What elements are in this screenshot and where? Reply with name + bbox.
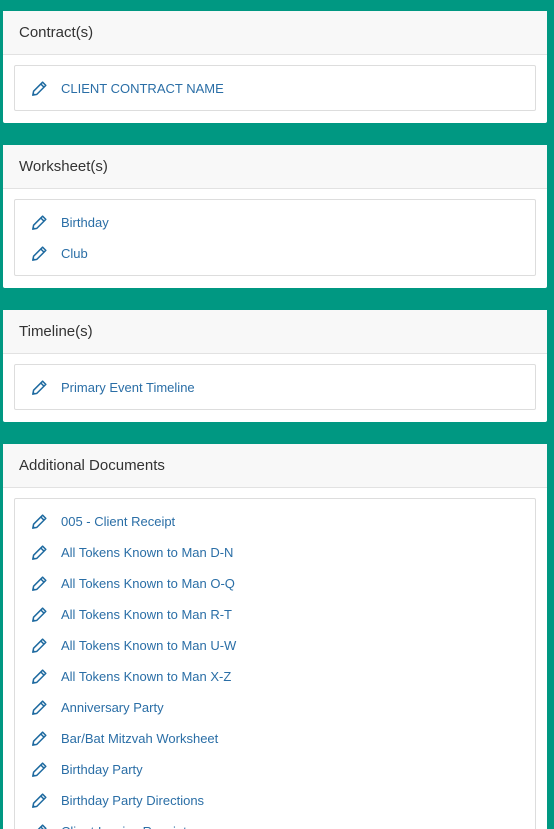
document-link[interactable]: All Tokens Known to Man O-Q xyxy=(15,568,535,599)
pencil-icon[interactable] xyxy=(29,791,49,811)
document-link-label[interactable]: Bar/Bat Mitzvah Worksheet xyxy=(61,731,218,746)
pencil-icon[interactable] xyxy=(29,667,49,687)
additional-documents-header: Additional Documents xyxy=(3,444,547,488)
document-link-label[interactable]: All Tokens Known to Man R-T xyxy=(61,607,232,622)
timelines-header: Timeline(s) xyxy=(3,310,547,354)
contracts-panel: Contract(s) CLIENT CONTRACT NAME xyxy=(3,11,547,123)
document-link-label[interactable]: 005 - Client Receipt xyxy=(61,514,175,529)
document-link-label[interactable]: All Tokens Known to Man D-N xyxy=(61,545,233,560)
document-link-label[interactable]: All Tokens Known to Man O-Q xyxy=(61,576,235,591)
worksheets-list: Birthday Club xyxy=(14,199,536,276)
pencil-icon[interactable] xyxy=(29,574,49,594)
pencil-icon[interactable] xyxy=(29,79,49,99)
document-link-label[interactable]: All Tokens Known to Man U-W xyxy=(61,638,236,653)
document-link-label[interactable]: Birthday xyxy=(61,215,109,230)
pencil-icon[interactable] xyxy=(29,605,49,625)
document-link[interactable]: Club xyxy=(15,238,535,269)
pencil-icon[interactable] xyxy=(29,512,49,532)
document-link-label[interactable]: Anniversary Party xyxy=(61,700,164,715)
timelines-panel: Timeline(s) Primary Event Timeline xyxy=(3,310,547,422)
additional-documents-panel: Additional Documents 005 - Client Receip… xyxy=(3,444,547,829)
pencil-icon[interactable] xyxy=(29,543,49,563)
document-link[interactable]: Birthday xyxy=(15,207,535,238)
document-link-label[interactable]: All Tokens Known to Man X-Z xyxy=(61,669,231,684)
pencil-icon[interactable] xyxy=(29,729,49,749)
document-link-label[interactable]: Primary Event Timeline xyxy=(61,380,195,395)
pencil-icon[interactable] xyxy=(29,760,49,780)
document-link[interactable]: Primary Event Timeline xyxy=(15,372,535,403)
document-link[interactable]: Bar/Bat Mitzvah Worksheet xyxy=(15,723,535,754)
documents-page: Contract(s) CLIENT CONTRACT NAME Workshe… xyxy=(0,0,554,829)
document-link[interactable]: All Tokens Known to Man D-N xyxy=(15,537,535,568)
document-link[interactable]: Birthday Party Directions xyxy=(15,785,535,816)
timelines-list: Primary Event Timeline xyxy=(14,364,536,410)
pencil-icon[interactable] xyxy=(29,244,49,264)
worksheets-panel: Worksheet(s) Birthday Club xyxy=(3,145,547,288)
pencil-icon[interactable] xyxy=(29,213,49,233)
document-link[interactable]: All Tokens Known to Man X-Z xyxy=(15,661,535,692)
document-link-label[interactable]: CLIENT CONTRACT NAME xyxy=(61,81,224,96)
pencil-icon[interactable] xyxy=(29,698,49,718)
contracts-header: Contract(s) xyxy=(3,11,547,55)
additional-documents-list: 005 - Client Receipt All Tokens Known to … xyxy=(14,498,536,829)
pencil-icon[interactable] xyxy=(29,378,49,398)
document-link-label[interactable]: Client Invoice Receipt xyxy=(61,824,187,829)
document-link-label[interactable]: Birthday Party xyxy=(61,762,143,777)
document-link[interactable]: Anniversary Party xyxy=(15,692,535,723)
document-link[interactable]: Client Invoice Receipt xyxy=(15,816,535,829)
document-link[interactable]: 005 - Client Receipt xyxy=(15,506,535,537)
pencil-icon[interactable] xyxy=(29,636,49,656)
worksheets-header: Worksheet(s) xyxy=(3,145,547,189)
document-link[interactable]: CLIENT CONTRACT NAME xyxy=(15,73,535,104)
pencil-icon[interactable] xyxy=(29,822,49,829)
contracts-list: CLIENT CONTRACT NAME xyxy=(14,65,536,111)
document-link-label[interactable]: Club xyxy=(61,246,88,261)
document-link[interactable]: Birthday Party xyxy=(15,754,535,785)
document-link[interactable]: All Tokens Known to Man R-T xyxy=(15,599,535,630)
document-link[interactable]: All Tokens Known to Man U-W xyxy=(15,630,535,661)
document-link-label[interactable]: Birthday Party Directions xyxy=(61,793,204,808)
